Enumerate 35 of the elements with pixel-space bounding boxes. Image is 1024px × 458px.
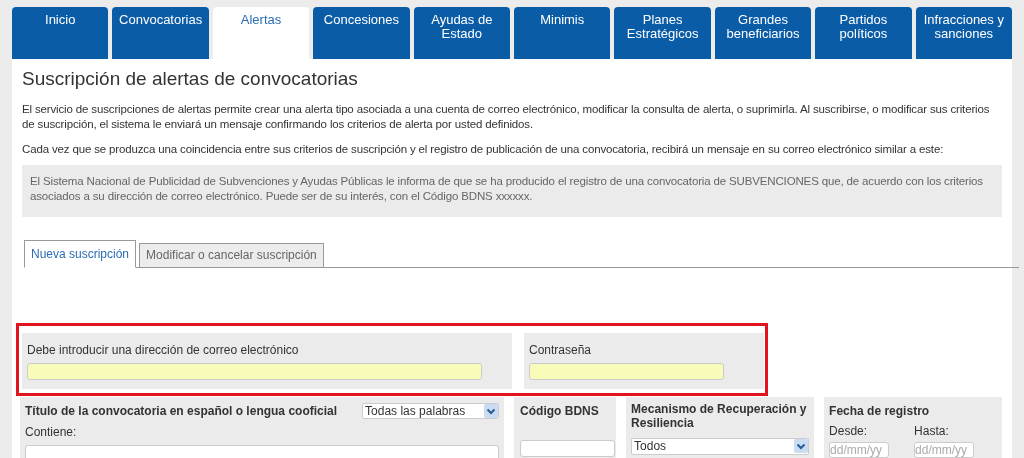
caret-icon	[484, 403, 499, 418]
nav-tab[interactable]: Partidos políticos	[815, 7, 912, 59]
description-text: El servicio de suscripciones de alertas permite crear una alerta tipo asociada a una cuenta de correo electrónico, modificar la consulta de alerta, o suprimirla. Al suscribirse, o modificar sus criterios de suscripción, el sistema le enviará un mensaje confirmando los criterios de alerta por usted definidos.	[22, 101, 991, 132]
nav-tab[interactable]: Alertas	[212, 7, 310, 59]
form-tab[interactable]: Nueva suscripción	[24, 239, 137, 268]
to-label: Hasta:	[914, 424, 950, 437]
description-text: Cada vez que se produzca una coincidencia entre sus criterios de suscripción y el registro de publicación de una convocatoria, recibirá un mensaje en su correo electrónico similar a este:	[22, 141, 945, 157]
nav-tab[interactable]: Infracciones y sanciones	[915, 7, 1013, 59]
nav-tab[interactable]: Planes Estratégicos	[614, 7, 711, 59]
nav-tab[interactable]: Grandes beneficiarios	[714, 7, 812, 59]
date-label: Fecha de registro	[829, 402, 931, 420]
nav-tab[interactable]: Concesiones	[313, 7, 410, 59]
title-field[interactable]	[25, 444, 499, 458]
contains-label: Contiene:	[25, 423, 78, 441]
bdns-field[interactable]	[520, 439, 616, 457]
from-date-field[interactable]: dd/mm/yy	[829, 441, 890, 458]
to-date-field[interactable]: dd/mm/yy	[914, 441, 975, 458]
email-label: Debe introducir una dirección de correo electrónico	[27, 341, 300, 359]
from-label: Desde:	[829, 424, 869, 437]
nav-tab[interactable]: Convocatorias	[112, 7, 209, 59]
password-label: Contraseña	[529, 341, 593, 359]
password-field[interactable]	[529, 363, 724, 380]
mechanism-label: Mecanismo de Recuperación y Resiliencia	[631, 401, 808, 430]
email-field[interactable]	[27, 363, 482, 380]
page-title: Suscripción de alertas de convocatorias	[22, 67, 359, 91]
nav-tab[interactable]: Ayudas de Estado	[413, 7, 511, 59]
mechanism-select[interactable]: Todos	[631, 437, 810, 455]
match-mode-select[interactable]: Todas las palabras	[362, 402, 500, 419]
nav-tab[interactable]: Inicio	[12, 7, 109, 59]
caret-icon	[794, 439, 809, 453]
title-filter-label: Título de la convocatoria en español o lengua cooficial	[25, 402, 338, 420]
bdns-label: Código BDNS	[520, 402, 600, 420]
form-tab[interactable]: Modificar o cancelar suscripción	[139, 242, 324, 267]
nav-tab[interactable]: Minimis	[514, 7, 611, 59]
sample-message: El Sistema Nacional de Publicidad de Subvenciones y Ayudas Públicas le informa de que se ha producido el registro de una convocatoria de SUBVENCIONES que, de acuerdo con los criterios asociados a su dirección de correo electrónico. Puede ser de su interés, con el Código BDNS xxxxxx.	[22, 164, 1002, 217]
